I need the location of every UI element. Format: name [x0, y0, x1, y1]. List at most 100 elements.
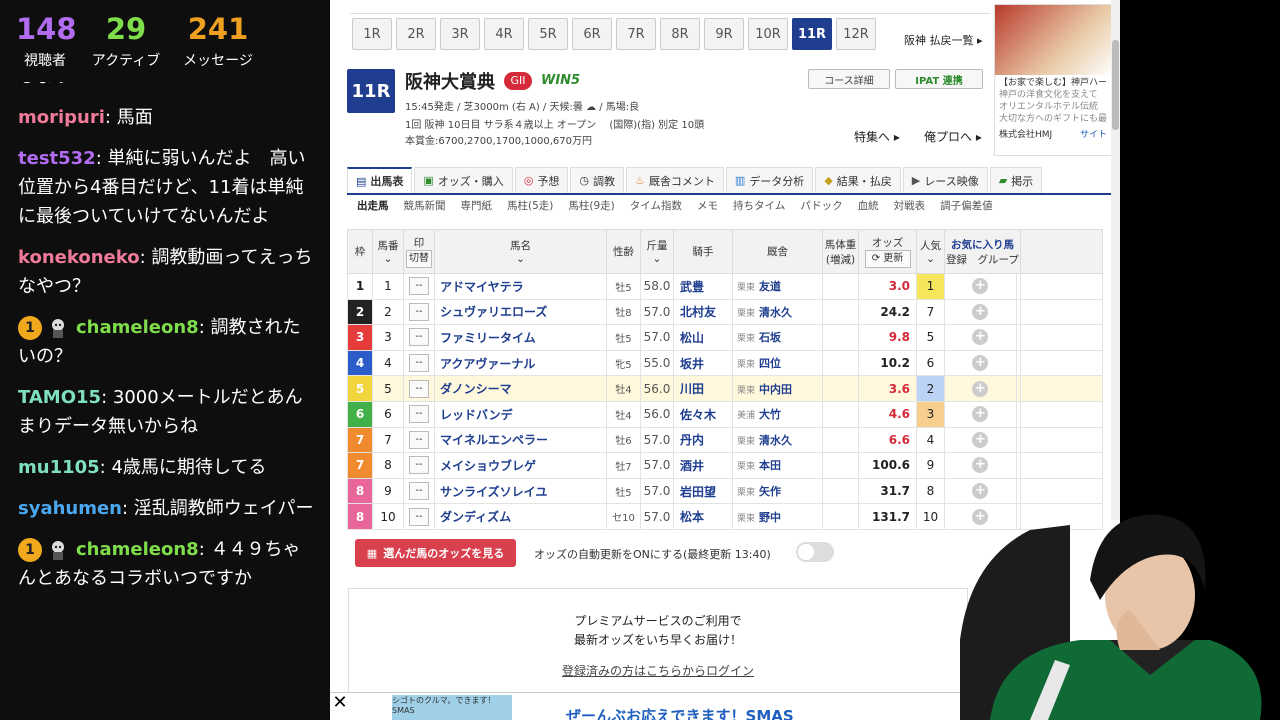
- table-row[interactable]: 5 5 -- ダノンシーマ 牡4 56.0 川田 栗東 中内田 3.6 2 +: [347, 375, 1103, 402]
- sub-tab-3[interactable]: 馬柱(5走): [507, 198, 553, 213]
- col-odds[interactable]: オッズ ⟳ 更新: [858, 229, 917, 274]
- mark-select[interactable]: --: [409, 507, 429, 526]
- switch-button[interactable]: 切替: [406, 250, 432, 268]
- add-favorite-icon[interactable]: +: [972, 278, 989, 295]
- jockey-link[interactable]: 松山: [673, 324, 733, 351]
- trainer-link[interactable]: 清水久: [759, 306, 792, 319]
- jockey-link[interactable]: 川田: [673, 375, 733, 402]
- trainer-link[interactable]: 友道: [759, 280, 781, 293]
- mark-select[interactable]: --: [409, 328, 429, 347]
- sub-tab-1[interactable]: 競馬新聞: [404, 198, 446, 213]
- course-detail-button[interactable]: コース詳細: [808, 69, 890, 89]
- race-tab-11r[interactable]: 11R: [792, 18, 832, 50]
- main-tab-5[interactable]: ▥ データ分析: [725, 167, 814, 193]
- horse-name-link[interactable]: ダノンシーマ: [434, 375, 607, 402]
- race-tab-12r[interactable]: 12R: [836, 18, 876, 50]
- trainer-link[interactable]: 大竹: [759, 408, 781, 421]
- jockey-link[interactable]: 坂井: [673, 349, 733, 377]
- trainer-link[interactable]: 中内田: [759, 383, 792, 396]
- col-name[interactable]: 馬名 ⌄: [434, 229, 607, 274]
- table-row[interactable]: 7 8 -- メイショウブレゲ 牡7 57.0 酒井 栗東 本田 100.6 9 +: [347, 452, 1103, 479]
- trainer-link[interactable]: 四位: [759, 357, 781, 370]
- race-tab-1r[interactable]: 1R: [352, 18, 392, 50]
- main-tab-6[interactable]: ◆ 結果・払戻: [815, 167, 901, 193]
- mark-select[interactable]: --: [409, 277, 429, 296]
- add-favorite-icon[interactable]: +: [972, 380, 989, 397]
- sub-tab-5[interactable]: タイム指数: [630, 198, 682, 213]
- selected-odds-button[interactable]: ▦ 選んだ馬のオッズを見る: [355, 539, 516, 567]
- horse-name-link[interactable]: マイネルエンペラー: [434, 426, 607, 454]
- main-tab-3[interactable]: ◷ 調教: [570, 167, 625, 193]
- sub-tab-11[interactable]: 調子偏差値: [940, 198, 993, 213]
- race-tab-6r[interactable]: 6R: [572, 18, 612, 50]
- col-popularity[interactable]: 人気 ⌄: [916, 229, 945, 274]
- table-row[interactable]: 2 2 -- シュヴァリエローズ 牡8 57.0 北村友 栗東 清水久 24.2 7 +: [347, 298, 1103, 326]
- mark-select[interactable]: --: [409, 405, 429, 424]
- chat-username[interactable]: moripuri: [18, 107, 105, 128]
- add-favorite-icon[interactable]: +: [972, 483, 989, 500]
- col-jockey[interactable]: 騎手: [673, 229, 733, 274]
- main-tab-7[interactable]: ▶ レース映像: [902, 167, 988, 193]
- horse-name-link[interactable]: メイショウブレゲ: [434, 452, 607, 479]
- race-tab-10r[interactable]: 10R: [748, 18, 788, 50]
- mark-select[interactable]: --: [409, 456, 429, 475]
- sub-tab-8[interactable]: パドック: [800, 198, 842, 213]
- scrollbar-thumb[interactable]: [1112, 40, 1119, 130]
- add-favorite-icon[interactable]: +: [972, 329, 989, 346]
- update-button[interactable]: ⟳ 更新: [864, 250, 911, 268]
- page-scrollbar[interactable]: [1111, 0, 1120, 520]
- horse-name-link[interactable]: レッドバンデ: [434, 400, 607, 428]
- sub-tab-10[interactable]: 対戦表: [894, 198, 926, 213]
- horse-name-link[interactable]: アクアヴァーナル: [434, 349, 607, 377]
- add-favorite-icon[interactable]: +: [972, 431, 989, 448]
- chat-username[interactable]: mu1105: [18, 457, 100, 478]
- race-tab-7r[interactable]: 7R: [616, 18, 656, 50]
- ad-site-link[interactable]: サイト: [1080, 129, 1107, 141]
- jockey-link[interactable]: 北村友: [673, 298, 733, 326]
- ipat-link-button[interactable]: IPAT 連携: [895, 69, 983, 89]
- chat-username[interactable]: test532: [18, 148, 96, 169]
- col-umaban[interactable]: 馬番 ⌄: [372, 229, 404, 274]
- jockey-link[interactable]: 佐々木: [673, 400, 733, 428]
- main-tab-2[interactable]: ◎ 予想: [514, 167, 569, 193]
- table-row[interactable]: 6 6 -- レッドバンデ 牡4 56.0 佐々木 美浦 大竹 4.6 3 +: [347, 400, 1103, 428]
- race-tab-4r[interactable]: 4R: [484, 18, 524, 50]
- mark-select[interactable]: --: [409, 354, 429, 373]
- sub-tab-0[interactable]: 出走馬: [357, 198, 389, 213]
- main-tab-8[interactable]: ▰ 掲示: [989, 167, 1043, 193]
- main-tab-0[interactable]: ▤ 出馬表: [347, 167, 413, 193]
- sub-tab-7[interactable]: 持ちタイム: [733, 198, 785, 213]
- mark-select[interactable]: --: [409, 302, 429, 321]
- trainer-link[interactable]: 野中: [759, 511, 781, 524]
- mark-select[interactable]: --: [409, 482, 429, 501]
- chat-username[interactable]: TAMO15: [18, 387, 101, 408]
- sub-tab-9[interactable]: 血統: [858, 198, 879, 213]
- close-icon[interactable]: ✕: [330, 693, 350, 713]
- sub-tab-4[interactable]: 馬柱(9走): [568, 198, 614, 213]
- jockey-link[interactable]: 武豊: [673, 273, 733, 300]
- main-tab-4[interactable]: ♨ 厩舎コメント: [626, 167, 724, 193]
- race-tab-8r[interactable]: 8R: [660, 18, 700, 50]
- add-favorite-icon[interactable]: +: [972, 457, 989, 474]
- horse-name-link[interactable]: サンライズソレイユ: [434, 477, 607, 505]
- col-waku[interactable]: 枠: [347, 229, 373, 274]
- table-row[interactable]: 4 4 -- アクアヴァーナル 牝5 55.0 坂井 栗東 四位 10.2 6 +: [347, 349, 1103, 377]
- side-ad[interactable]: 【お家で楽しむ】神戸ハー 神戸の洋食文化を支えて オリエンタルホテル伝統 大切な…: [994, 4, 1112, 156]
- chat-username[interactable]: syahumen: [18, 498, 122, 519]
- sub-tab-2[interactable]: 専門紙: [461, 198, 493, 213]
- table-row[interactable]: 1 1 -- アドマイヤテラ 牡5 58.0 武豊 栗東 友道 3.0 1 +: [347, 273, 1103, 300]
- jockey-link[interactable]: 岩田望: [673, 477, 733, 505]
- feature-link[interactable]: 特集へ ▸: [854, 128, 900, 145]
- chat-username[interactable]: chameleon8: [76, 317, 199, 338]
- mark-select[interactable]: --: [409, 430, 429, 449]
- chat-username[interactable]: konekoneko: [18, 247, 140, 268]
- race-tab-3r[interactable]: 3R: [440, 18, 480, 50]
- trainer-link[interactable]: 清水久: [759, 434, 792, 447]
- race-tab-5r[interactable]: 5R: [528, 18, 568, 50]
- table-row[interactable]: 3 3 -- ファミリータイム 牡5 57.0 松山 栗東 石坂 9.8 5 +: [347, 324, 1103, 351]
- trainer-link[interactable]: 矢作: [759, 485, 781, 498]
- main-tab-1[interactable]: ▣ オッズ・購入: [414, 167, 513, 193]
- col-weight[interactable]: 斤量 ⌄: [640, 229, 674, 274]
- payout-list-link[interactable]: 阪神 払戻一覧 ▸: [904, 32, 983, 48]
- auto-update-toggle[interactable]: [796, 542, 834, 562]
